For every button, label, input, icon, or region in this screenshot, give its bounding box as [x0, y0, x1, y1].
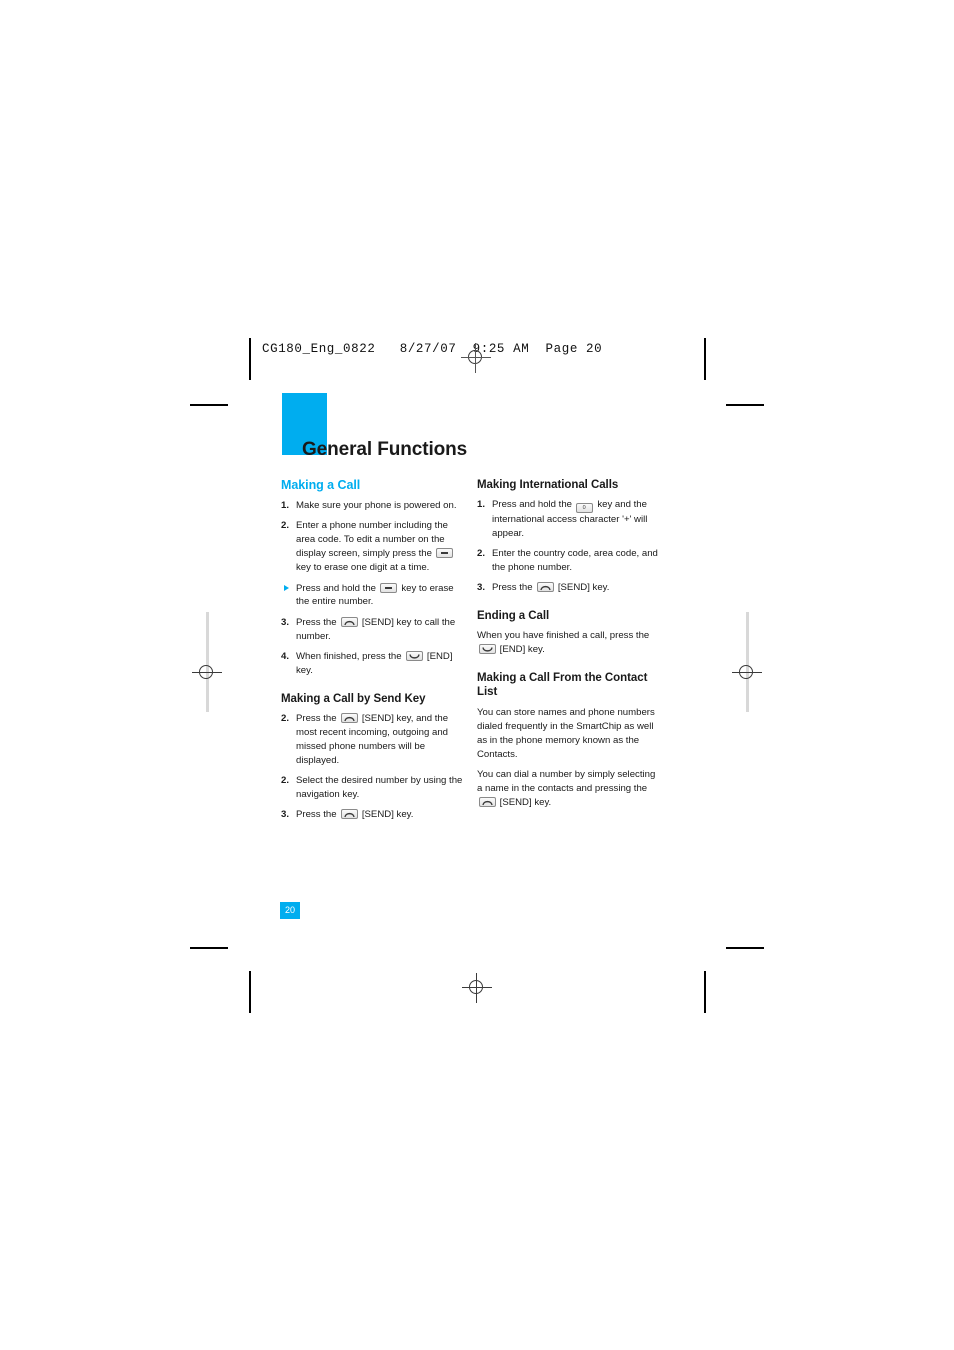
ending-a-call-paragraph: When you have finished a call, press the…: [477, 630, 650, 656]
send-key-icon: [340, 713, 358, 724]
step-item: 3. Press the [SEND] key to call the numbe…: [281, 616, 467, 644]
contact-list-paragraph-2: You can dial a number by simply selectin…: [477, 769, 656, 809]
send-key-icon: [340, 808, 358, 819]
step-text: Enter the country code, area code, and t…: [492, 548, 658, 574]
step-item: 3. Press the [SEND] key.: [477, 581, 663, 595]
step-item: 2. Enter the country code, area code, and…: [477, 547, 663, 575]
step-text: Press the [SEND] key, and the most recen…: [296, 713, 449, 767]
step-number: 3.: [281, 808, 290, 820]
step-item: 3. Press the [SEND] key.: [281, 808, 467, 822]
section-heading-send-key: Making a Call by Send Key: [281, 692, 426, 705]
page-number-badge: 20: [280, 902, 300, 919]
section-heading-contact-list: Making a Call From the Contact List: [477, 672, 648, 699]
sub-bullet-text: Press and hold the key to erase the enti…: [296, 582, 454, 608]
step-item: 2. Enter a phone number including the are…: [281, 519, 467, 575]
steps-international: 1. Press and hold the 0 key and the inter…: [477, 498, 663, 595]
step-number: 4.: [281, 651, 290, 663]
step-number: 2.: [281, 519, 290, 531]
section-heading-international: Making International Calls: [477, 479, 619, 491]
step-text: Make sure your phone is powered on.: [296, 500, 457, 511]
end-key-icon: [405, 651, 423, 662]
step-number: 3.: [477, 582, 486, 593]
step-number: 1.: [477, 499, 486, 511]
section-heading-ending-a-call: Ending a Call: [477, 609, 550, 622]
step-text: When finished, press the [END] key.: [296, 651, 453, 677]
contact-list-paragraph-1: You can store names and phone numbers di…: [477, 706, 655, 760]
step-item: 2. Select the desired number by using the…: [281, 774, 467, 802]
step-text: Enter a phone number including the area …: [296, 520, 455, 573]
zero-key-icon: 0: [576, 503, 594, 514]
step-number: 3.: [281, 617, 290, 629]
left-column: Making a Call 1. Make sure your phone is …: [281, 478, 467, 828]
clear-key-icon: [380, 582, 398, 593]
steps-send-key: 2. Press the [SEND] key, and the most rec…: [281, 712, 467, 821]
steps-making-a-call-continued: 3. Press the [SEND] key to call the numbe…: [281, 616, 467, 678]
right-column: Making International Calls 1. Press and h…: [477, 478, 663, 817]
step-number: 1.: [281, 500, 290, 511]
step-item: 4. When finished, press the [END] key.: [281, 650, 467, 678]
page-title: General Functions: [302, 438, 468, 460]
end-key-icon: [478, 644, 496, 655]
step-text: Press the [SEND] key to call the number.: [296, 617, 456, 643]
steps-making-a-call: 1. Make sure your phone is powered on. 2. E…: [281, 499, 467, 575]
step-number: 2.: [477, 548, 486, 560]
manual-page: General Functions Making a Call 1. Make s…: [0, 0, 954, 1350]
step-text: Select the desired number by using the n…: [296, 774, 463, 800]
send-key-icon: [536, 582, 554, 592]
step-item: 1. Make sure your phone is powered on.: [281, 499, 467, 513]
triangle-bullet-icon: [284, 584, 289, 591]
send-key-icon: [478, 797, 496, 808]
send-key-icon: [340, 617, 358, 628]
step-number: 2.: [281, 713, 290, 725]
section-heading-making-a-call: Making a Call: [281, 478, 361, 492]
step-item: 2. Press the [SEND] key, and the most rec…: [281, 712, 467, 768]
step-text: Press and hold the 0 key and the interna…: [492, 499, 648, 540]
sub-bullet-erase-entire-number: Press and hold the key to erase the enti…: [281, 582, 467, 610]
step-number: 2.: [281, 774, 290, 786]
step-text: Press the [SEND] key.: [296, 808, 414, 820]
clear-key-icon: [436, 547, 454, 558]
step-item: 1. Press and hold the 0 key and the inter…: [477, 498, 663, 541]
step-text: Press the [SEND] key.: [492, 582, 610, 593]
